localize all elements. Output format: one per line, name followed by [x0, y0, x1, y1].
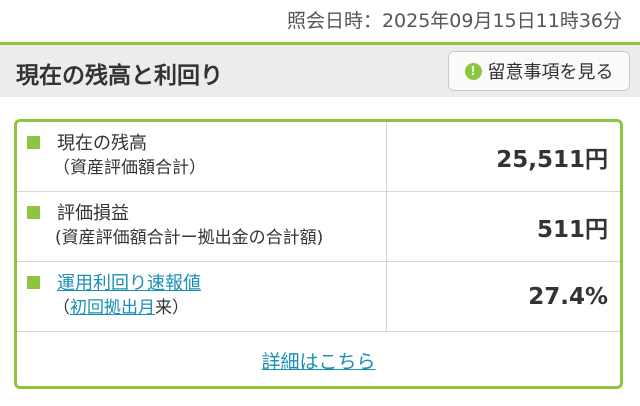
- details-link[interactable]: 詳細はこちら: [261, 347, 375, 374]
- first-contribution-month-link[interactable]: 初回拠出月: [70, 298, 155, 318]
- balance-panel: 現在の残高 （資産評価額合計） 25,511円 評価損益 (資産評価額合計ー拠出…: [14, 119, 623, 389]
- row-label-cell: 現在の残高 （資産評価額合計）: [17, 122, 387, 191]
- square-bullet-icon: [27, 276, 40, 289]
- yield-sublabel: （初回拠出月来）: [53, 296, 386, 320]
- square-bullet-icon: [27, 136, 40, 149]
- unrealized-gain-label: 評価損益: [57, 203, 129, 224]
- row-label-cell: 評価損益 (資産評価額合計ー拠出金の合計額): [17, 192, 387, 261]
- inquiry-timestamp: 照会日時：2025年09月15日11時36分: [286, 10, 622, 32]
- current-balance-label: 現在の残高: [57, 133, 147, 154]
- exclamation-icon: !: [464, 62, 482, 80]
- yield-label-wrap: 運用利回り速報値: [57, 272, 386, 296]
- notes-button-label: 留意事項を見る: [487, 62, 614, 83]
- section-header: 現在の残高と利回り ! 留意事項を見る: [0, 42, 640, 97]
- row-label-cell: 運用利回り速報値 （初回拠出月来）: [17, 262, 387, 331]
- row-current-balance: 現在の残高 （資産評価額合計） 25,511円: [17, 122, 620, 192]
- unrealized-gain-sublabel: (資産評価額合計ー拠出金の合計額): [55, 228, 324, 248]
- current-balance-value: 25,511円: [496, 146, 608, 173]
- section-title: 現在の残高と利回り: [16, 63, 223, 89]
- yield-sublabel-prefix: （: [53, 298, 70, 318]
- yield-sublabel-suffix: 来）: [155, 298, 189, 318]
- current-balance-sublabel: （資産評価額合計）: [53, 158, 206, 178]
- panel-footer: 詳細はこちら: [17, 332, 620, 386]
- yield-link[interactable]: 運用利回り速報値: [57, 273, 201, 294]
- unrealized-gain-value: 511円: [536, 216, 608, 243]
- notes-button[interactable]: ! 留意事項を見る: [448, 51, 630, 91]
- yield-value: 27.4%: [528, 283, 608, 310]
- row-yield: 運用利回り速報値 （初回拠出月来） 27.4%: [17, 262, 620, 332]
- square-bullet-icon: [27, 206, 40, 219]
- row-unrealized-gain: 評価損益 (資産評価額合計ー拠出金の合計額) 511円: [17, 192, 620, 262]
